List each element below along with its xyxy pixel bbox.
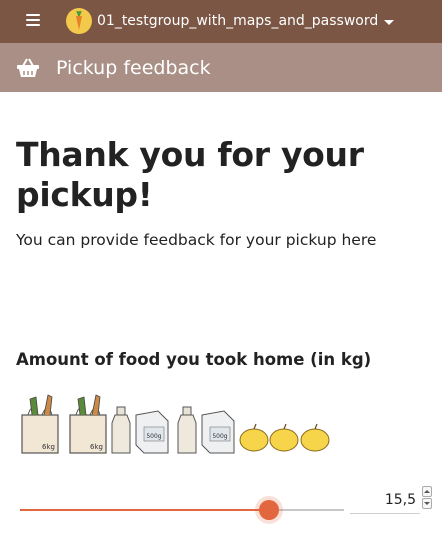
- feedback-description: You can provide feedback for your pickup…: [16, 231, 377, 249]
- chevron-up-icon: [424, 490, 430, 493]
- amount-input[interactable]: [350, 486, 420, 514]
- bag-weight-label: 6kg: [90, 443, 103, 451]
- feedback-content: Thank you for your pickup! You can provi…: [16, 92, 426, 251]
- flour-pack-icon: 500g: [201, 410, 235, 454]
- amount-slider[interactable]: [20, 496, 344, 524]
- slider-thumb[interactable]: [259, 500, 279, 520]
- bag-weight-label: 6kg: [42, 443, 55, 451]
- thank-you-heading: Thank you for your pickup!: [16, 135, 364, 214]
- bag-icon: 6kg: [69, 394, 107, 454]
- basket-icon: [16, 58, 40, 78]
- flour-pack-icon: 500g: [135, 410, 169, 454]
- pack-weight-label: 500g: [212, 433, 227, 440]
- slider-fill: [20, 509, 269, 511]
- decrement-button[interactable]: [422, 498, 432, 509]
- caret-down-icon: [384, 19, 395, 25]
- top-app-bar: 01_testgroup_with_maps_and_password: [0, 0, 442, 43]
- group-name: 01_testgroup_with_maps_and_password: [97, 13, 379, 29]
- pack-weight-label: 500g: [146, 433, 161, 440]
- amount-label: Amount of food you took home (in kg): [16, 350, 372, 369]
- hamburger-menu-icon[interactable]: [26, 14, 40, 26]
- food-amount-illustration: 6kg 6kg 500g 500g: [18, 393, 338, 457]
- apple-icon: [300, 423, 330, 452]
- page-title: Pickup feedback: [56, 57, 211, 79]
- bag-icon: 6kg: [21, 394, 59, 454]
- page-header-bar: Pickup feedback: [0, 43, 442, 92]
- chevron-down-icon: [424, 502, 430, 505]
- increment-button[interactable]: [422, 486, 432, 497]
- apple-icon: [269, 423, 299, 452]
- amount-slider-row: [16, 486, 436, 536]
- apple-icon: [239, 423, 269, 452]
- bottle-icon: [177, 406, 197, 454]
- group-selector[interactable]: 01_testgroup_with_maps_and_password: [66, 6, 395, 36]
- amount-stepper[interactable]: [422, 486, 432, 510]
- carrot-logo-icon: [66, 8, 92, 34]
- bottle-icon: [111, 406, 131, 454]
